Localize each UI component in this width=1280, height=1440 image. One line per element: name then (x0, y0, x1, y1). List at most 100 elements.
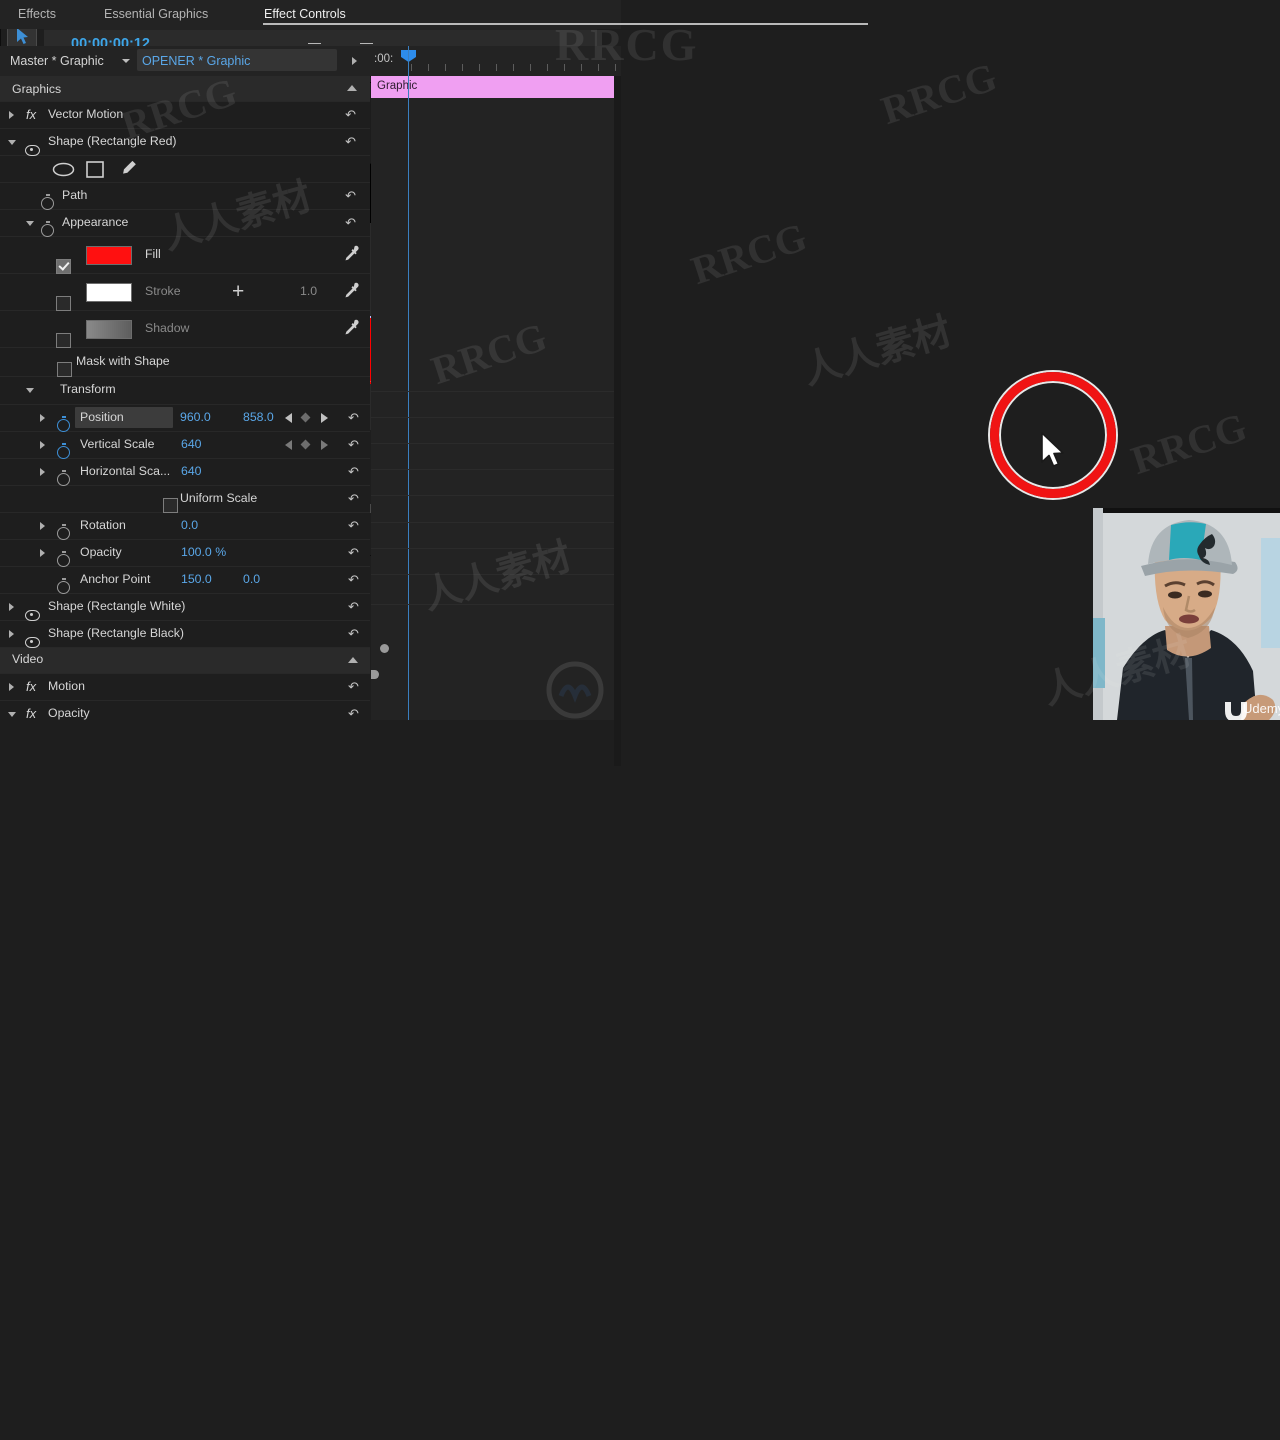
effect-controls-list[interactable]: Graphics fx Vector Motion ↶ Shape (Recta… (0, 76, 370, 720)
chevron-down-icon[interactable] (122, 59, 130, 63)
rectangle-tool-icon[interactable] (86, 161, 104, 178)
expand-right-icon[interactable] (40, 414, 45, 422)
stroke-checkbox[interactable] (56, 295, 71, 311)
reset-icon[interactable]: ↶ (345, 188, 356, 204)
ec-timeline-scrollbar[interactable] (614, 76, 621, 766)
visibility-eye-icon[interactable] (25, 636, 40, 648)
row-opacity[interactable]: Opacity 100.0 % ↶ (0, 540, 370, 567)
next-keyframe-button[interactable] (321, 440, 328, 450)
reset-icon[interactable]: ↶ (345, 134, 356, 150)
collapse-down-icon[interactable] (26, 221, 34, 226)
row-shape-rectangle-white[interactable]: Shape (Rectangle White) ↶ (0, 594, 370, 621)
position-value-x[interactable]: 960.0 (180, 410, 211, 424)
row-position[interactable]: Position 960.0 858.0 ↶ (0, 405, 370, 432)
row-shadow[interactable]: Shadow (0, 311, 370, 348)
anchor-point-stopwatch-icon[interactable] (57, 578, 70, 594)
row-vertical-scale[interactable]: Vertical Scale 640 ↶ (0, 432, 370, 459)
expand-right-icon[interactable] (40, 441, 45, 449)
expand-right-icon[interactable] (40, 549, 45, 557)
row-path[interactable]: Path ↶ (0, 183, 370, 210)
ellipse-tool-icon[interactable] (52, 162, 75, 177)
anchor-point-value-x[interactable]: 150.0 (181, 572, 212, 586)
expand-right-icon[interactable] (9, 630, 14, 638)
shadow-color-swatch[interactable] (86, 320, 132, 339)
reset-icon[interactable]: ↶ (348, 518, 359, 534)
eyedropper-icon[interactable] (342, 245, 360, 263)
horizontal-scale-value[interactable]: 640 (181, 464, 202, 478)
eyedropper-icon[interactable] (342, 282, 360, 300)
tab-effect-controls[interactable]: Effect Controls (255, 0, 876, 29)
reset-icon[interactable]: ↶ (348, 545, 359, 561)
collapse-down-icon[interactable] (26, 388, 34, 393)
row-vector-motion[interactable]: fx Vector Motion ↶ (0, 102, 370, 129)
reset-icon[interactable]: ↶ (348, 626, 359, 642)
tab-essential-graphics[interactable]: Essential Graphics (95, 0, 217, 29)
row-fill[interactable]: Fill (0, 237, 370, 274)
position-stopwatch-icon[interactable] (57, 416, 70, 432)
rotation-value[interactable]: 0.0 (181, 518, 198, 532)
shadow-checkbox[interactable] (56, 332, 71, 348)
expand-right-icon[interactable] (9, 683, 14, 691)
reset-icon[interactable]: ↶ (348, 491, 359, 507)
visibility-eye-icon[interactable] (25, 609, 40, 621)
row-shape-tools[interactable] (0, 156, 370, 183)
opacity-value[interactable]: 100.0 % (181, 545, 226, 559)
expand-right-icon[interactable] (9, 603, 14, 611)
expand-right-icon[interactable] (9, 111, 14, 119)
anchor-point-value-y[interactable]: 0.0 (243, 572, 260, 586)
prev-keyframe-button[interactable] (285, 440, 292, 450)
opacity-stopwatch-icon[interactable] (57, 551, 70, 567)
stroke-width-value[interactable]: 1.0 (300, 284, 317, 298)
eyedropper-icon[interactable] (342, 319, 360, 337)
reset-icon[interactable]: ↶ (348, 572, 359, 588)
visibility-eye-icon[interactable] (25, 144, 40, 156)
row-mask-with-shape[interactable]: Mask with Shape (0, 348, 370, 377)
row-stroke[interactable]: Stroke + 1.0 (0, 274, 370, 311)
fill-color-swatch[interactable] (86, 246, 132, 265)
stroke-color-swatch[interactable] (86, 283, 132, 302)
vertical-scale-value[interactable]: 640 (181, 437, 202, 451)
collapse-up-icon[interactable] (348, 657, 358, 663)
row-opacity-fx[interactable]: fx Opacity ↶ (0, 701, 370, 720)
vertical-scale-stopwatch-icon[interactable] (57, 443, 70, 459)
stopwatch-icon[interactable] (41, 194, 54, 210)
next-keyframe-button[interactable] (321, 413, 328, 423)
reset-icon[interactable]: ↶ (348, 410, 359, 426)
row-transform-header[interactable]: Transform (0, 377, 370, 405)
row-anchor-point[interactable]: Anchor Point 150.0 0.0 ↶ (0, 567, 370, 594)
tab-effects[interactable]: Effects (9, 0, 65, 29)
collapse-down-icon[interactable] (8, 712, 16, 717)
collapse-up-icon[interactable] (347, 85, 357, 91)
effect-controls-tabbar[interactable]: Effects Essential Graphics Effect Contro… (0, 0, 868, 53)
collapse-down-icon[interactable] (8, 140, 16, 145)
uniform-scale-checkbox[interactable] (163, 497, 178, 513)
add-keyframe-button[interactable] (300, 439, 311, 450)
reset-icon[interactable]: ↶ (348, 437, 359, 453)
row-shape-rectangle-black[interactable]: Shape (Rectangle Black) ↶ (0, 621, 370, 648)
reset-icon[interactable]: ↶ (348, 599, 359, 615)
clip-next-arrow-icon[interactable] (352, 57, 357, 65)
rotation-stopwatch-icon[interactable] (57, 524, 70, 540)
stopwatch-icon[interactable] (41, 221, 54, 237)
row-appearance[interactable]: Appearance ↶ (0, 210, 370, 237)
prev-keyframe-button[interactable] (285, 413, 292, 423)
row-motion[interactable]: fx Motion ↶ (0, 674, 370, 701)
add-keyframe-button[interactable] (300, 412, 311, 423)
section-video[interactable]: Video (0, 648, 370, 674)
row-horizontal-scale[interactable]: Horizontal Sca... 640 ↶ (0, 459, 370, 486)
mask-with-shape-checkbox[interactable] (57, 361, 72, 377)
reset-icon[interactable]: ↶ (348, 679, 359, 695)
fill-checkbox[interactable] (56, 258, 71, 274)
expand-right-icon[interactable] (40, 522, 45, 530)
reset-icon[interactable]: ↶ (345, 107, 356, 123)
reset-icon[interactable]: ↶ (345, 215, 356, 231)
position-value-y[interactable]: 858.0 (243, 410, 274, 424)
horizontal-scale-stopwatch-icon[interactable] (57, 470, 70, 486)
section-graphics[interactable]: Graphics (0, 76, 370, 102)
pen-tool-icon[interactable] (118, 160, 138, 178)
effect-controls-timeline[interactable]: :00: Graphic (371, 46, 621, 766)
row-shape-rectangle-red[interactable]: Shape (Rectangle Red) ↶ (0, 129, 370, 156)
add-stroke-button[interactable]: + (232, 279, 244, 305)
reset-icon[interactable]: ↶ (348, 464, 359, 480)
expand-right-icon[interactable] (40, 468, 45, 476)
